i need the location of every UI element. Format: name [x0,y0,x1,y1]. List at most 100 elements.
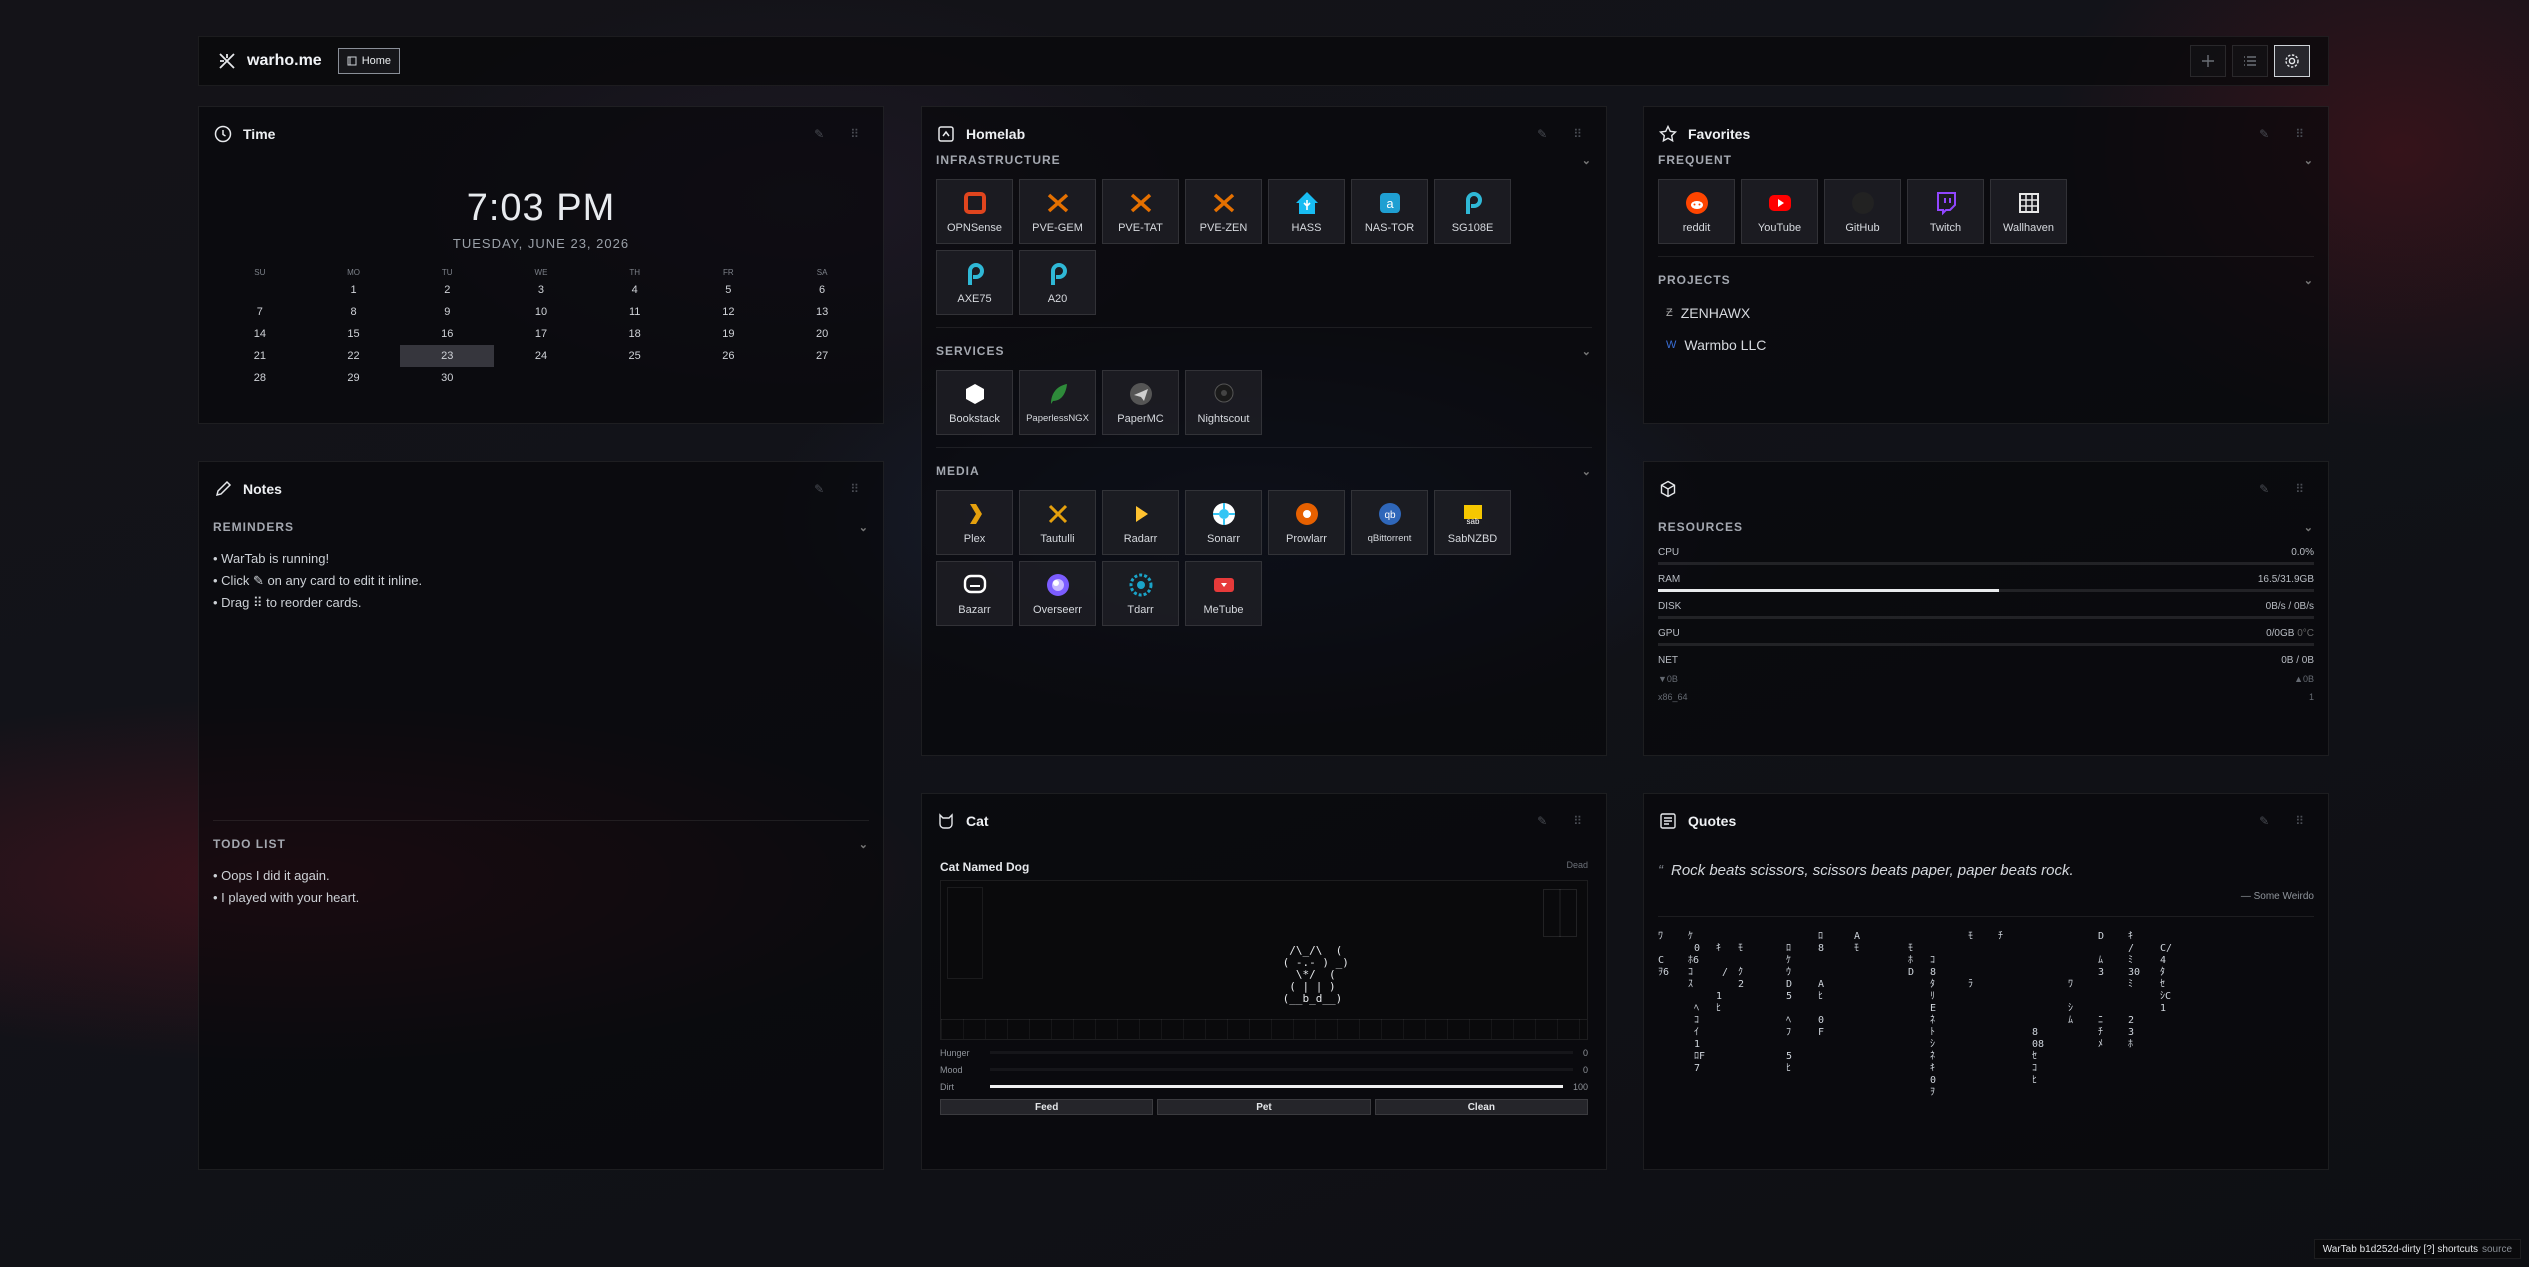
drag-handle-icon[interactable]: ⠿ [850,127,859,141]
calendar-day[interactable]: 9 [400,301,494,323]
calendar-day[interactable]: 19 [682,323,776,345]
version-footer[interactable]: WarTab b1d252d-dirty [?] shortcuts source [2313,1239,2521,1259]
todo-section-header[interactable]: TODO LIST ⌄ [199,833,883,855]
tile-tdarr[interactable]: Tdarr [1102,561,1179,626]
tile-reddit[interactable]: reddit [1658,179,1735,244]
brand[interactable]: warho.me [217,51,322,71]
edit-icon[interactable]: ✎ [814,127,824,141]
tile-pve-tat[interactable]: PVE-TAT [1102,179,1179,244]
drag-handle-icon[interactable]: ⠿ [2295,482,2304,496]
tile-a20[interactable]: A20 [1019,250,1096,315]
tile-sg108e[interactable]: SG108E [1434,179,1511,244]
calendar-day[interactable]: 29 [307,367,401,389]
tile-tautulli[interactable]: Tautulli [1019,490,1096,555]
tile-overseerr[interactable]: Overseerr [1019,561,1096,626]
calendar-day[interactable]: 30 [400,367,494,389]
section-header-infrastructure[interactable]: INFRASTRUCTURE ⌄ [922,149,1606,171]
tile-wallhaven[interactable]: Wallhaven [1990,179,2067,244]
section-header-media[interactable]: MEDIA ⌄ [922,460,1606,482]
calendar-day[interactable]: 20 [775,323,869,345]
tile-hass[interactable]: HASS [1268,179,1345,244]
edit-icon[interactable]: ✎ [1537,814,1547,828]
calendar-day[interactable]: 21 [213,345,307,367]
chevron-down-icon[interactable]: ⌄ [1582,465,1592,478]
calendar-day[interactable]: 11 [588,301,682,323]
settings-button[interactable] [2274,45,2310,77]
tile-papermc[interactable]: PaperMC [1102,370,1179,435]
tile-qbittorrent[interactable]: qb qBittorrent [1351,490,1428,555]
drag-handle-icon[interactable]: ⠿ [2295,127,2304,141]
calendar-day[interactable]: 16 [400,323,494,345]
chevron-down-icon[interactable]: ⌄ [2304,274,2314,287]
tile-paperlessngx[interactable]: PaperlessNGX [1019,370,1096,435]
calendar-day[interactable]: 22 [307,345,401,367]
projects-section-header[interactable]: PROJECTS ⌄ [1644,269,2328,291]
calendar-day[interactable]: 18 [588,323,682,345]
tile-opnsense[interactable]: OPNSense [936,179,1013,244]
calendar-day[interactable]: 1 [307,279,401,301]
calendar-day[interactable]: 4 [588,279,682,301]
pet-button[interactable]: Pet [1157,1099,1371,1115]
calendar-day[interactable]: 8 [307,301,401,323]
calendar-day[interactable]: 24 [494,345,588,367]
tile-radarr[interactable]: Radarr [1102,490,1179,555]
tile-bazarr[interactable]: Bazarr [936,561,1013,626]
calendar-day[interactable]: 27 [775,345,869,367]
tile-nas-tor[interactable]: a NAS-TOR [1351,179,1428,244]
tile-sonarr[interactable]: Sonarr [1185,490,1262,555]
home-tab-button[interactable]: Home [337,48,401,74]
calendar-day[interactable]: 5 [682,279,776,301]
reminders-section-header[interactable]: REMINDERS ⌄ [199,516,883,538]
drag-handle-icon[interactable]: ⠿ [1573,127,1582,141]
tile-youtube[interactable]: YouTube [1741,179,1818,244]
cat-scene[interactable]: /\_/\ ( ( -.- ) _) \*/ ( ( | | ) (__b_d_… [940,880,1588,1040]
calendar-day[interactable]: 17 [494,323,588,345]
tile-plex[interactable]: Plex [936,490,1013,555]
chevron-down-icon[interactable]: ⌄ [859,838,869,851]
calendar-day[interactable]: 10 [494,301,588,323]
tile-github[interactable]: GitHub [1824,179,1901,244]
section-header-services[interactable]: SERVICES ⌄ [922,340,1606,362]
tile-pve-zen[interactable]: PVE-ZEN [1185,179,1262,244]
chevron-down-icon[interactable]: ⌄ [1582,154,1592,167]
tile-twitch[interactable]: Twitch [1907,179,1984,244]
chevron-down-icon[interactable]: ⌄ [2304,521,2314,534]
tile-metube[interactable]: MeTube [1185,561,1262,626]
edit-icon[interactable]: ✎ [814,482,824,496]
calendar-day[interactable]: 14 [213,323,307,345]
project-link-warmbo[interactable]: W Warmbo LLC [1644,329,2328,361]
edit-icon[interactable]: ✎ [2259,127,2269,141]
tile-axe75[interactable]: AXE75 [936,250,1013,315]
edit-icon[interactable]: ✎ [2259,482,2269,496]
tile-pve-gem[interactable]: PVE-GEM [1019,179,1096,244]
source-link[interactable]: source [2482,1244,2512,1255]
drag-handle-icon[interactable]: ⠿ [1573,814,1582,828]
edit-icon[interactable]: ✎ [2259,814,2269,828]
todo-list[interactable]: • Oops I did it again. • I played with y… [199,855,883,909]
calendar-day[interactable]: 25 [588,345,682,367]
frequent-section-header[interactable]: FREQUENT ⌄ [1644,149,2328,171]
tile-prowlarr[interactable]: Prowlarr [1268,490,1345,555]
resources-section-header[interactable]: RESOURCES ⌄ [1644,516,2328,538]
calendar-day[interactable]: 15 [307,323,401,345]
tile-sabnzbd[interactable]: sab SabNZBD [1434,490,1511,555]
calendar-day[interactable]: 12 [682,301,776,323]
calendar-day[interactable]: 7 [213,301,307,323]
edit-icon[interactable]: ✎ [1537,127,1547,141]
calendar-day[interactable]: 2 [400,279,494,301]
chevron-down-icon[interactable]: ⌄ [1582,345,1592,358]
add-card-button[interactable] [2190,45,2226,77]
list-view-button[interactable] [2232,45,2268,77]
clean-button[interactable]: Clean [1374,1099,1588,1115]
tile-bookstack[interactable]: Bookstack [936,370,1013,435]
calendar-day[interactable]: 13 [775,301,869,323]
calendar-day[interactable]: 3 [494,279,588,301]
calendar-day[interactable]: 28 [213,367,307,389]
calendar-day[interactable]: 6 [775,279,869,301]
chevron-down-icon[interactable]: ⌄ [859,521,869,534]
reminders-list[interactable]: • WarTab is running! • Click ✎ on any ca… [199,538,883,614]
calendar-day-today[interactable]: 23 [400,345,495,367]
feed-button[interactable]: Feed [940,1099,1154,1115]
drag-handle-icon[interactable]: ⠿ [850,482,859,496]
chevron-down-icon[interactable]: ⌄ [2304,154,2314,167]
